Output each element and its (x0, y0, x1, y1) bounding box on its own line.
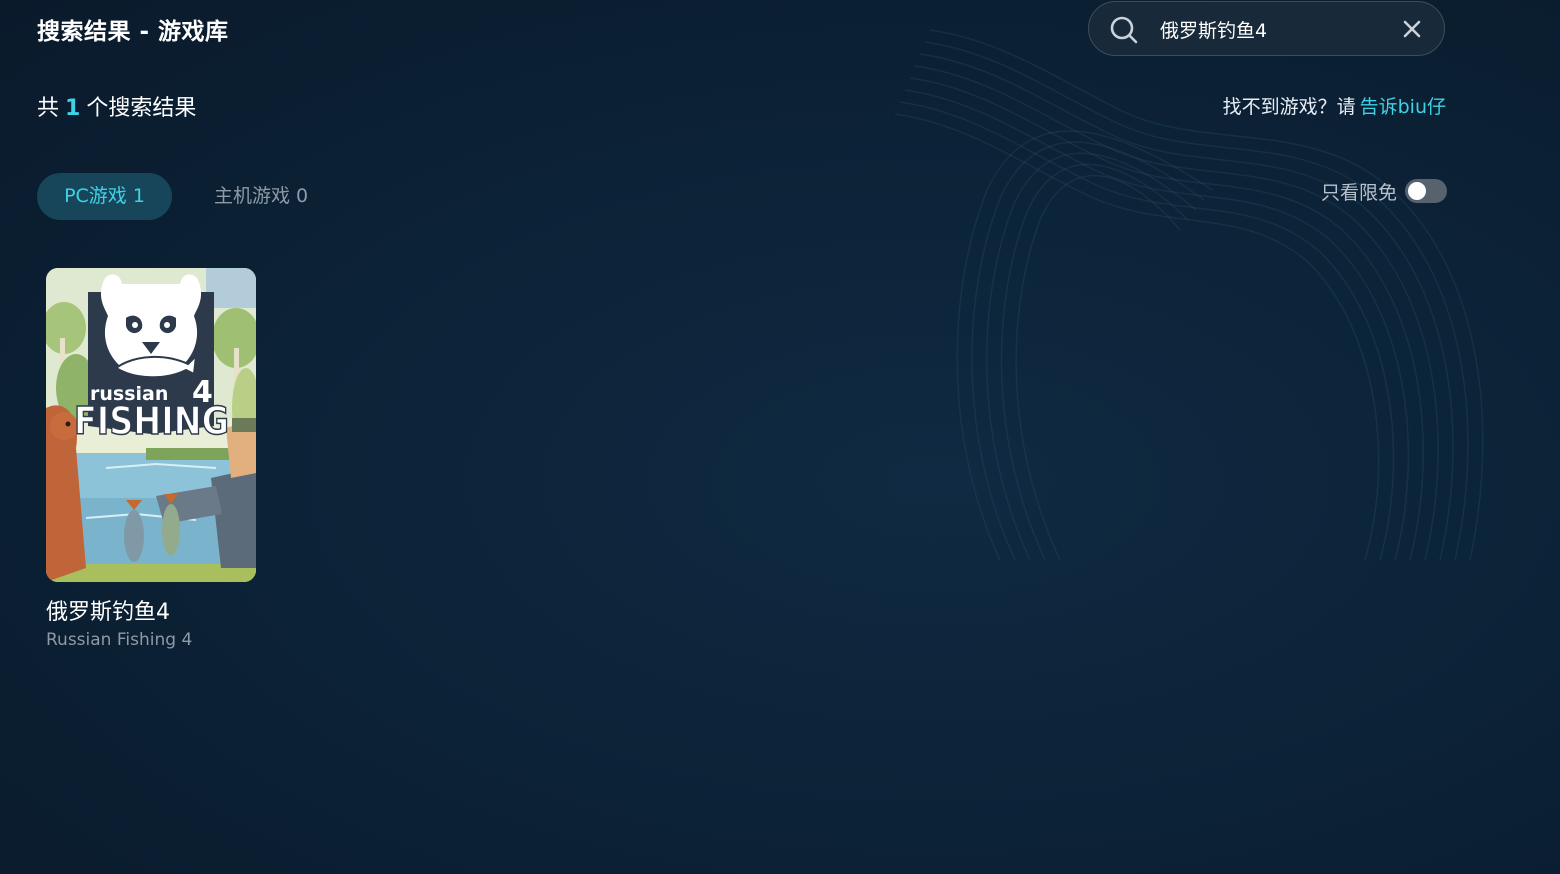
game-title[interactable]: 俄罗斯钓鱼4 (46, 594, 256, 626)
free-only-toggle[interactable] (1405, 179, 1447, 203)
tab-console-games[interactable]: 主机游戏 0 (214, 173, 308, 220)
search-icon[interactable] (1109, 15, 1139, 45)
result-count: 共 1 个搜索结果 (37, 90, 196, 122)
cover-logo-bottom: FISHING (74, 399, 229, 443)
missing-game-feedback: 找不到游戏？请 告诉biu仔 (1223, 92, 1446, 119)
feedback-link[interactable]: 告诉biu仔 (1360, 96, 1446, 118)
search-input[interactable] (1160, 12, 1380, 46)
toggle-knob (1408, 182, 1426, 200)
result-count-prefix: 共 (37, 96, 60, 121)
game-subtitle: Russian Fishing 4 (46, 630, 193, 650)
free-only-filter: 只看限免 (1321, 176, 1447, 206)
search-box[interactable] (1088, 1, 1445, 56)
game-cover-image[interactable]: russian 4 FISHING (46, 268, 256, 582)
game-card[interactable]: russian 4 FISHING 俄罗斯钓鱼4 Russian Fishing… (46, 268, 256, 650)
feedback-prompt: 找不到游戏？请 (1222, 96, 1356, 118)
result-count-suffix: 个搜索结果 (86, 96, 197, 121)
free-only-label: 只看限免 (1320, 181, 1397, 204)
page-title: 搜索结果 - 游戏库 (37, 19, 229, 45)
tab-pc-games[interactable]: PC游戏 1 (37, 173, 172, 220)
clear-search-icon[interactable] (1401, 18, 1423, 40)
result-count-number: 1 (65, 96, 81, 121)
